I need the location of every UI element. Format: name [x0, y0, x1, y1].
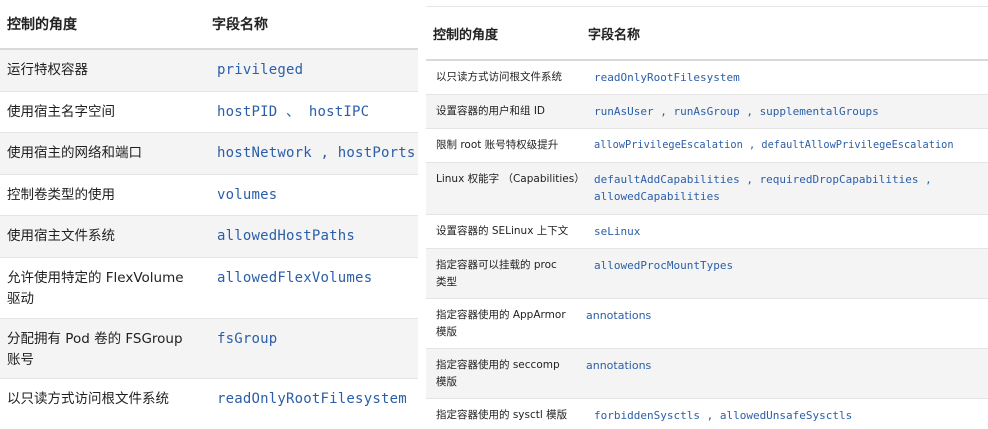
field-cell: seLinux — [594, 225, 641, 238]
aspect-cell: 允许使用特定的 FlexVolume 驱动 — [7, 270, 184, 307]
table-row: 允许使用特定的 FlexVolume 驱动 allowedFlexVolumes — [0, 258, 418, 319]
header-field: 字段名称 — [212, 17, 268, 33]
aspect-cell: 使用宿主文件系统 — [7, 228, 115, 244]
table-row: 限制 root 账号特权级提升 allowPrivilegeEscalation… — [426, 129, 988, 163]
table-row: Linux 权能字 （Capabilities） defaultAddCapab… — [426, 163, 988, 215]
aspect-cell: 以只读方式访问根文件系统 — [436, 71, 562, 83]
aspect-cell: 运行特权容器 — [7, 62, 88, 78]
aspect-cell: 以只读方式访问根文件系统 — [7, 391, 169, 407]
aspect-cell: 控制卷类型的使用 — [7, 187, 115, 203]
field-cell: annotations — [586, 309, 652, 322]
aspect-cell: 指定容器使用的 sysctl 模版 — [436, 409, 568, 421]
field-cell: readOnlyRootFilesystem — [594, 71, 740, 84]
table-row: 指定容器使用的 seccomp 模版 annotations — [426, 349, 988, 399]
aspect-cell: 限制 root 账号特权级提升 — [436, 139, 559, 151]
field-cell: defaultAddCapabilities , requiredDropCap… — [594, 173, 932, 203]
field-cell: hostPID 、 hostIPC — [217, 104, 370, 120]
table-header: 控制的角度 字段名称 — [0, 0, 418, 50]
field-cell: readOnlyRootFilesystem — [217, 391, 407, 407]
left-table: 控制的角度 字段名称 运行特权容器 privileged 使用宿主名字空间 ho… — [0, 0, 418, 421]
table-row: 设置容器的 SELinux 上下文 seLinux — [426, 215, 988, 249]
field-cell: hostNetwork , hostPorts — [217, 145, 416, 161]
table-row: 指定容器使用的 sysctl 模版 forbiddenSysctls , all… — [426, 399, 988, 429]
field-cell: volumes — [217, 187, 278, 203]
field-cell: forbiddenSysctls , allowedUnsafeSysctls — [594, 409, 853, 422]
header-aspect: 控制的角度 — [7, 17, 77, 33]
aspect-cell: 使用宿主名字空间 — [7, 104, 115, 120]
table-row: 以只读方式访问根文件系统 readOnlyRootFilesystem — [0, 379, 418, 421]
table-row: 使用宿主名字空间 hostPID 、 hostIPC — [0, 92, 418, 133]
aspect-cell: Linux 权能字 （Capabilities） — [436, 173, 585, 185]
field-cell: allowedProcMountTypes — [594, 259, 734, 272]
header-aspect: 控制的角度 — [433, 27, 499, 43]
field-cell: allowPrivilegeEscalation , defaultAllowP… — [594, 139, 954, 151]
right-table: 控制的角度 字段名称 以只读方式访问根文件系统 readOnlyRootFile… — [426, 0, 988, 429]
aspect-cell: 分配拥有 Pod 卷的 FSGroup 账号 — [7, 331, 183, 368]
table-row: 分配拥有 Pod 卷的 FSGroup 账号 fsGroup — [0, 319, 418, 379]
field-cell: allowedFlexVolumes — [217, 270, 373, 286]
aspect-cell: 指定容器使用的 seccomp 模版 — [436, 359, 560, 388]
field-cell: annotations — [586, 359, 652, 372]
aspect-cell: 指定容器可以挂载的 proc 类型 — [436, 259, 557, 288]
table-row: 以只读方式访问根文件系统 readOnlyRootFilesystem — [426, 61, 988, 95]
aspect-cell: 设置容器的用户和组 ID — [436, 105, 546, 117]
table-row: 运行特权容器 privileged — [0, 50, 418, 92]
table-row: 指定容器使用的 AppArmor 模版 annotations — [426, 299, 988, 349]
header-field: 字段名称 — [588, 27, 641, 43]
aspect-cell: 设置容器的 SELinux 上下文 — [436, 225, 569, 237]
table-row: 使用宿主文件系统 allowedHostPaths — [0, 216, 418, 258]
table-row: 设置容器的用户和组 ID runAsUser , runAsGroup , su… — [426, 95, 988, 129]
field-cell: runAsUser , runAsGroup , supplementalGro… — [594, 105, 879, 118]
field-cell: allowedHostPaths — [217, 228, 356, 244]
aspect-cell: 使用宿主的网络和端口 — [7, 145, 142, 161]
table-row: 控制卷类型的使用 volumes — [0, 175, 418, 216]
table-row: 使用宿主的网络和端口 hostNetwork , hostPorts — [0, 133, 418, 175]
table-row: 指定容器可以挂载的 proc 类型 allowedProcMountTypes — [426, 249, 988, 299]
aspect-cell: 指定容器使用的 AppArmor 模版 — [436, 309, 566, 338]
field-cell: fsGroup — [217, 331, 278, 347]
table-header: 控制的角度 字段名称 — [426, 6, 988, 61]
field-cell: privileged — [217, 62, 304, 78]
